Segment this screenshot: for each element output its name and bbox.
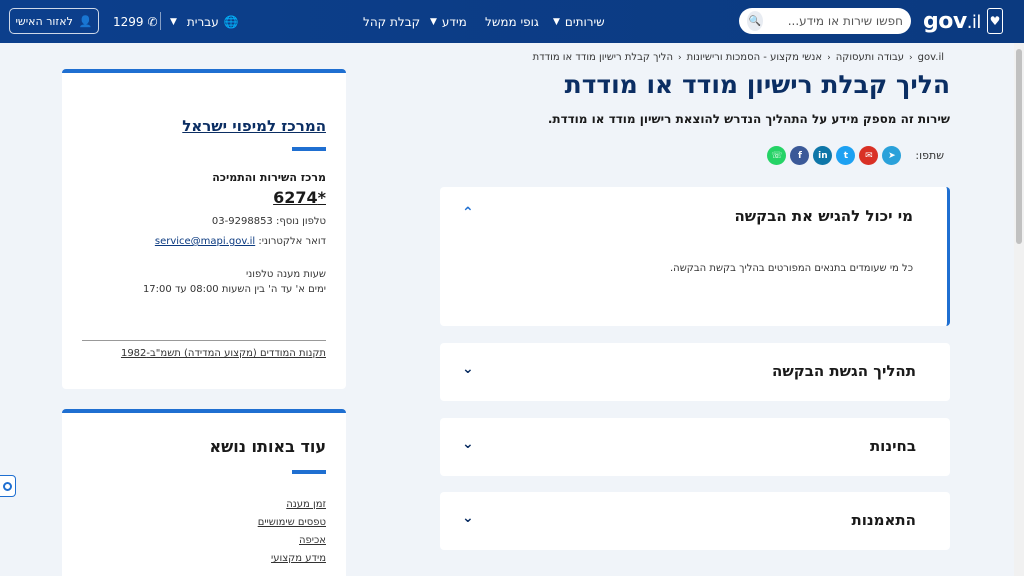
language-selector[interactable]: 🌐 עברית ▼ — [170, 0, 239, 43]
nav-public-reception[interactable]: קבלת קהל — [363, 0, 420, 43]
breadcrumb-item-work[interactable]: עבודה ותעסוקה — [836, 52, 904, 63]
chevron-down-icon: ▼ — [553, 16, 560, 27]
facebook-icon[interactable]: f — [790, 146, 810, 165]
personal-area-label: לאזור האישי — [15, 14, 73, 28]
chevron-down-icon[interactable]: ⌄ — [462, 361, 474, 377]
chevron-down-icon: ▼ — [430, 16, 437, 27]
accordion-training[interactable]: התאמנות ⌄ — [440, 492, 950, 550]
share-bar: שתפו: ➤ ✉ t in f ☏ — [767, 146, 944, 165]
phone-number: 1299 — [113, 14, 144, 29]
twitter-icon[interactable]: t — [836, 146, 856, 165]
nav-info-label: מידע — [441, 14, 467, 29]
whatsapp-icon[interactable]: ☏ — [767, 146, 787, 165]
logo-text: gov.il — [923, 8, 981, 34]
accordion-who-can-apply[interactable]: מי יכול להגיש את הבקשה ⌃ כל מי שעומדים ב… — [440, 187, 950, 326]
phone-icon: ✆ — [147, 14, 158, 29]
page-title: הליך קבלת רישיון מודד או מודדת — [564, 70, 950, 99]
site-header: gov.il ♥ 🔍 שירותים ▼ גופי ממשל מידע ▼ קב… — [0, 0, 1024, 43]
nav-public-reception-label: קבלת קהל — [363, 14, 421, 29]
nav-info[interactable]: מידע ▼ — [430, 0, 467, 43]
chevron-left-icon: ‹ — [677, 52, 682, 63]
chevron-left-icon: ‹ — [909, 52, 913, 63]
nav-gov-bodies-label: גופי ממשל — [485, 14, 539, 29]
accordion-body: כל מי שעומדים בתנאים המפורטים בהליך בקשת… — [670, 263, 913, 274]
accordion-title: תהליך הגשת הבקשה — [772, 362, 916, 380]
telegram-icon[interactable]: ➤ — [882, 146, 902, 165]
accordion-title: התאמנות — [851, 511, 916, 529]
nav-services[interactable]: שירותים ▼ — [553, 0, 605, 43]
card-divider — [82, 340, 326, 341]
nav-gov-bodies[interactable]: גופי ממשל — [485, 0, 539, 43]
related-link[interactable]: טפסים שימושיים — [258, 517, 326, 528]
breadcrumb-item-current: הליך קבלת רישיון מודד או מודדת — [532, 52, 673, 63]
extra-phone: טלפון נוסף: 03-9298853 — [211, 216, 326, 227]
accessibility-widget-icon[interactable] — [0, 475, 16, 497]
email-label: דואר אלקטרוני: — [255, 236, 326, 247]
more-on-topic-card: עוד באותו נושא זמן מענה טפסים שימושיים א… — [62, 409, 346, 576]
globe-icon: 🌐 — [223, 14, 239, 29]
regulations-link[interactable]: תקנות המודדים (מקצוע המדידה) תשמ"ב-1982 — [121, 348, 326, 359]
accordion-exams[interactable]: בחינות ⌄ — [440, 418, 950, 476]
chevron-left-icon: ‹ — [827, 52, 831, 63]
search-icon[interactable]: 🔍 — [747, 11, 763, 31]
share-label: שתפו: — [915, 149, 944, 162]
hours-value: ימים א' עד ה' בין השעות 08:00 עד 17:00 — [142, 284, 326, 295]
email-icon[interactable]: ✉ — [859, 146, 879, 165]
support-phone-link[interactable]: *6274 — [273, 188, 326, 207]
related-link[interactable]: מידע מקצועי — [271, 553, 326, 564]
accordion-title: מי יכול להגיש את הבקשה — [734, 207, 913, 225]
email-line: דואר אלקטרוני: service@mapi.gov.il — [155, 236, 326, 247]
accordion-application-process[interactable]: תהליך הגשת הבקשה ⌄ — [440, 343, 950, 401]
support-center-title: מרכז השירות והתמיכה — [212, 171, 326, 184]
search-input[interactable] — [763, 14, 903, 28]
email-link[interactable]: service@mapi.gov.il — [155, 236, 255, 247]
chevron-down-icon[interactable]: ⌄ — [462, 510, 474, 526]
breadcrumb-item-professionals[interactable]: אנשי מקצוע - הסמכות ורישיונות — [687, 52, 823, 63]
related-link[interactable]: אכיפה — [299, 535, 326, 546]
page-subtitle: שירות זה מספק מידע על התהליך הנדרש להוצא… — [547, 112, 950, 126]
user-icon: 👤 — [78, 14, 93, 28]
chevron-down-icon[interactable]: ⌄ — [462, 436, 474, 452]
personal-area-button[interactable]: 👤 לאזור האישי — [9, 8, 99, 34]
language-label: עברית — [186, 14, 219, 29]
breadcrumb-item-home[interactable]: gov.il — [918, 52, 944, 63]
title-underline-bar — [292, 470, 326, 474]
contact-card-title[interactable]: המרכז למיפוי ישראל — [182, 117, 326, 135]
page-scrollbar[interactable] — [1014, 43, 1024, 576]
menorah-emblem-icon: ♥ — [986, 8, 1003, 34]
hours-label: שעות מענה טלפוני — [246, 269, 326, 280]
breadcrumb: gov.il ‹ עבודה ותעסוקה ‹ אנשי מקצוע - הס… — [533, 52, 944, 63]
contact-card: המרכז למיפוי ישראל מרכז השירות והתמיכה *… — [62, 69, 346, 389]
header-divider — [160, 12, 161, 30]
nav-services-label: שירותים — [564, 14, 605, 29]
scrollbar-thumb[interactable] — [1016, 49, 1022, 244]
gov-il-logo[interactable]: gov.il ♥ — [923, 6, 1003, 36]
related-link[interactable]: זמן מענה — [286, 499, 326, 510]
search-box[interactable]: 🔍 — [739, 8, 911, 34]
more-on-topic-title: עוד באותו נושא — [209, 437, 326, 456]
title-underline-bar — [292, 147, 326, 151]
accordion-title: בחינות — [869, 437, 916, 455]
chevron-down-icon: ▼ — [170, 16, 177, 27]
linkedin-icon[interactable]: in — [813, 146, 833, 165]
chevron-up-icon[interactable]: ⌃ — [462, 205, 474, 221]
phone-link[interactable]: ✆ 1299 — [113, 0, 158, 43]
